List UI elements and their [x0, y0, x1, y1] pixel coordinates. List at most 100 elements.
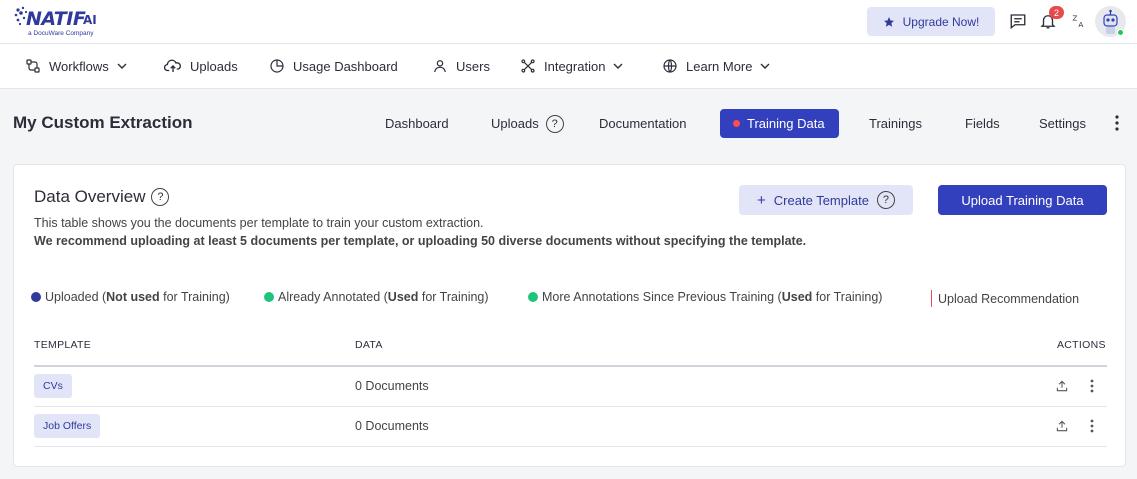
- plus-icon: +: [757, 191, 766, 209]
- main-nav: Workflows Uploads Usage Dashboard Users …: [0, 44, 1137, 89]
- tab-uploads[interactable]: Uploads ?: [491, 109, 564, 138]
- nav-users-label: Users: [456, 58, 490, 74]
- globe-icon: [663, 59, 677, 73]
- help-icon[interactable]: ?: [545, 114, 564, 133]
- nav-learn-more-label: Learn More: [686, 58, 753, 74]
- natif-logo[interactable]: NATIF AI a DocuWare Company: [14, 6, 104, 38]
- tab-documentation[interactable]: Documentation: [599, 109, 686, 138]
- upload-icon[interactable]: [1054, 377, 1070, 395]
- legend-uploaded-strong: Not used: [106, 290, 160, 304]
- upgrade-label: Upgrade Now!: [902, 14, 980, 29]
- data-cell: 0 Documents: [355, 379, 429, 393]
- legend-recommendation-label: Upload Recommendation: [938, 291, 1080, 306]
- star-icon: [883, 16, 894, 27]
- svg-text:Z: Z: [1072, 13, 1077, 22]
- legend-more-pre: More Annotations Since Previous Training…: [542, 290, 782, 304]
- tab-training-data-label: Training Data: [747, 116, 825, 131]
- cloud-upload-icon: [164, 59, 181, 72]
- legend-annotated-post: for Training): [418, 290, 489, 304]
- nav-usage-dashboard[interactable]: Usage Dashboard: [269, 44, 398, 88]
- logo-wordmark: NATIF: [26, 8, 86, 30]
- create-template-label: Create Template: [773, 192, 869, 208]
- tab-uploads-label: Uploads: [491, 116, 539, 131]
- create-template-button[interactable]: + Create Template ?: [739, 185, 913, 215]
- tab-training-data[interactable]: Training Data: [720, 109, 839, 138]
- help-icon[interactable]: ?: [876, 191, 895, 209]
- upload-training-data-label: Upload Training Data: [961, 192, 1084, 208]
- chevron-down-icon: [117, 63, 127, 69]
- logo-tagline: a DocuWare Company: [28, 30, 94, 37]
- workflow-icon: [26, 59, 40, 73]
- legend-red-line-icon: [931, 290, 932, 307]
- template-tag[interactable]: Job Offers: [34, 414, 101, 438]
- nav-workflows[interactable]: Workflows: [25, 44, 127, 88]
- nav-usage-dashboard-label: Usage Dashboard: [293, 58, 398, 74]
- tab-trainings[interactable]: Trainings: [869, 109, 922, 138]
- nav-workflows-label: Workflows: [49, 58, 109, 74]
- chat-icon[interactable]: [1007, 10, 1029, 32]
- legend-uploaded-text: Uploaded (Not used for Training): [45, 290, 230, 304]
- column-header-actions: ACTIONS: [1057, 339, 1106, 351]
- user-icon: [434, 60, 446, 73]
- legend-more-text: More Annotations Since Previous Training…: [542, 290, 882, 304]
- legend-annotated: Already Annotated (Used for Training): [264, 290, 489, 304]
- integration-icon: [521, 59, 535, 73]
- row-menu-icon[interactable]: [1084, 417, 1100, 435]
- table-header-divider: [34, 365, 1107, 367]
- nav-learn-more[interactable]: Learn More: [662, 44, 770, 88]
- nav-integration[interactable]: Integration: [520, 44, 623, 88]
- tab-settings[interactable]: Settings: [1039, 109, 1086, 138]
- chevron-down-icon: [613, 63, 623, 69]
- more-options-icon[interactable]: [1110, 114, 1124, 132]
- tab-documentation-label: Documentation: [599, 116, 687, 131]
- row-menu-icon[interactable]: [1084, 377, 1100, 395]
- chart-pie-icon: [270, 59, 284, 73]
- page-title: My Custom Extraction: [13, 113, 193, 132]
- tab-fields-label: Fields: [965, 116, 1000, 131]
- legend-dot-green-icon: [264, 292, 274, 302]
- tab-dashboard-label: Dashboard: [385, 116, 449, 131]
- legend-upload-recommendation: Upload Recommendation: [931, 290, 1079, 307]
- help-icon[interactable]: ?: [151, 188, 170, 206]
- column-header-data: DATA: [355, 339, 383, 351]
- legend-uploaded-post: for Training): [159, 290, 230, 304]
- legend-annotated-text: Already Annotated (Used for Training): [278, 290, 489, 304]
- data-overview-title-text: Data Overview: [34, 187, 146, 206]
- notification-badge: 2: [1049, 6, 1064, 19]
- chevron-down-icon: [760, 63, 770, 69]
- column-header-template: TEMPLATE: [34, 339, 92, 351]
- tab-settings-label: Settings: [1039, 116, 1086, 131]
- legend-more-annotations: More Annotations Since Previous Training…: [528, 290, 882, 304]
- legend-annotated-pre: Already Annotated (: [278, 290, 388, 304]
- row-divider: [34, 446, 1107, 447]
- legend-uploaded-pre: Uploaded (: [45, 290, 107, 304]
- top-bar: NATIF AI a DocuWare Company Upgrade Now!…: [0, 0, 1137, 44]
- nav-integration-label: Integration: [544, 58, 606, 74]
- template-tag[interactable]: CVs: [34, 374, 72, 398]
- tab-dashboard[interactable]: Dashboard: [385, 109, 449, 138]
- svg-text:A: A: [1078, 20, 1083, 29]
- legend-annotated-strong: Used: [387, 290, 419, 304]
- legend-dot-blue-icon: [31, 292, 41, 302]
- upload-training-data-button[interactable]: Upload Training Data: [938, 185, 1107, 215]
- logo-ai: AI: [83, 13, 97, 27]
- legend-dot-green-icon: [528, 292, 538, 302]
- active-dot-icon: [733, 120, 740, 127]
- tab-fields[interactable]: Fields: [965, 109, 1000, 138]
- nav-uploads[interactable]: Uploads: [164, 44, 238, 88]
- legend-more-strong: Used: [781, 290, 813, 304]
- tab-trainings-label: Trainings: [869, 116, 922, 131]
- data-overview-card: Data Overview ? This table shows you the…: [13, 164, 1126, 467]
- data-overview-description: This table shows you the documents per t…: [34, 216, 484, 230]
- row-divider: [34, 406, 1107, 407]
- translate-icon[interactable]: ZA: [1068, 10, 1090, 32]
- upload-icon[interactable]: [1054, 417, 1070, 435]
- nav-uploads-label: Uploads: [190, 58, 238, 74]
- online-status-dot: [1117, 29, 1124, 36]
- data-cell: 0 Documents: [355, 419, 429, 433]
- upgrade-button[interactable]: Upgrade Now!: [867, 7, 995, 36]
- nav-users[interactable]: Users: [432, 44, 490, 88]
- data-overview-recommendation: We recommend uploading at least 5 docume…: [34, 234, 807, 248]
- data-overview-title: Data Overview ?: [34, 187, 170, 207]
- legend-uploaded: Uploaded (Not used for Training): [31, 290, 230, 304]
